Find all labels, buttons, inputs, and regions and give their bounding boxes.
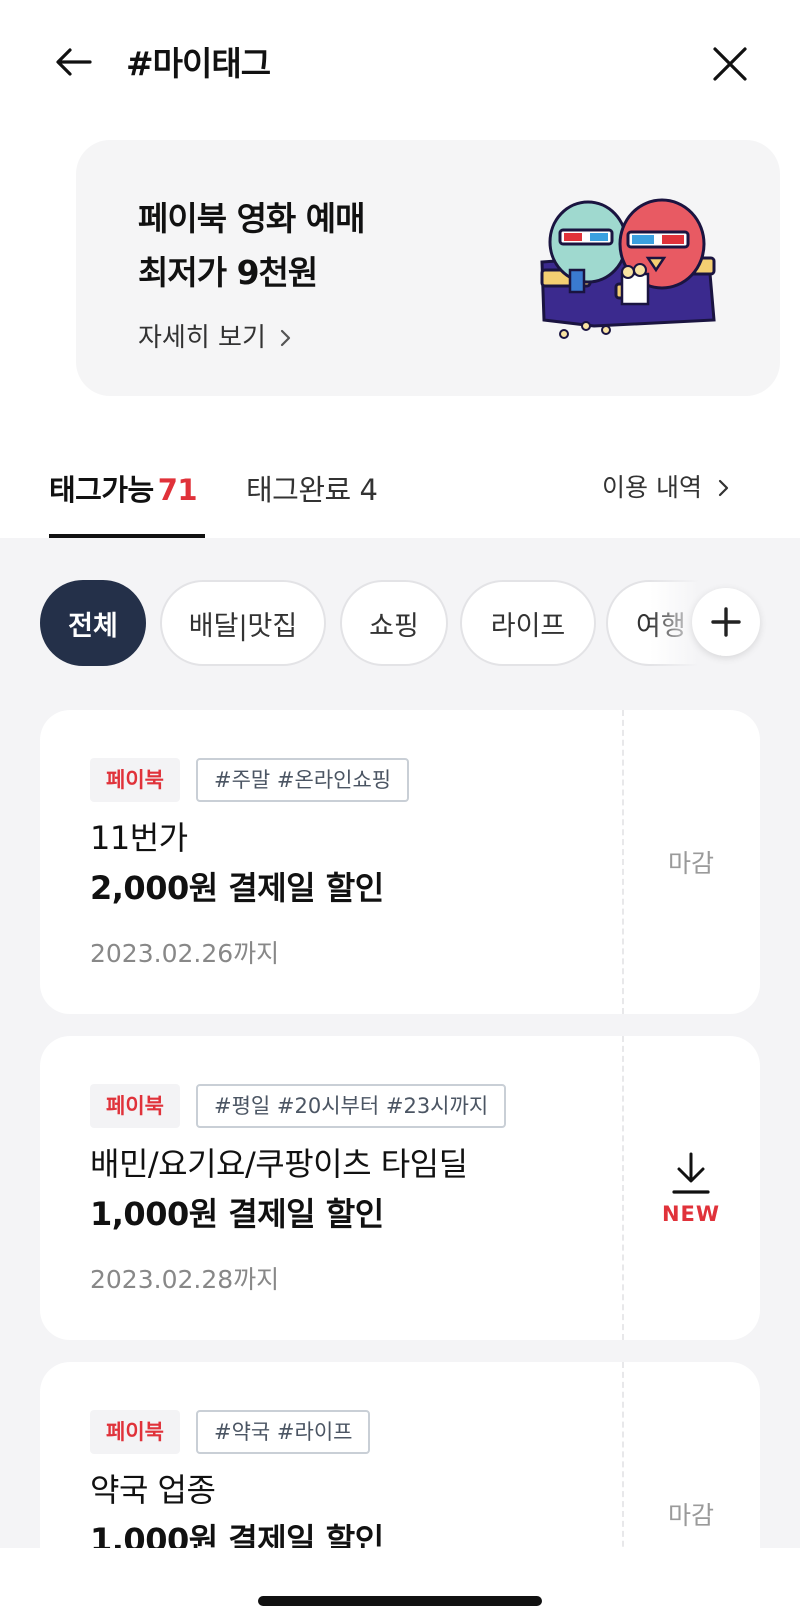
page-title: #마이태그 [126,44,271,83]
merchant-name: 11번가 [90,819,188,857]
merchant-name: 배민/요기요/쿠팡이츠 타임딜 [90,1145,468,1183]
tab-available[interactable]: 태그가능 71 [49,470,198,510]
benefit-text: 1,000원 결제일 할인 [90,1521,384,1548]
hashtag-label: #약국 #라이프 [196,1410,371,1454]
chip-shopping[interactable]: 쇼핑 [340,580,448,666]
home-indicator[interactable] [258,1596,542,1606]
movie-characters-illustration [540,198,716,339]
header: #마이태그 [0,0,800,128]
banner-title-line2: 최저가 9천원 [138,253,318,292]
close-icon [713,47,747,81]
content-area: 전체 배달|맛집 쇼핑 라이프 여행 페이북 #주말 #온라인쇼핑 11번가 2… [0,538,800,1548]
hashtag-label: #주말 #온라인쇼핑 [196,758,410,802]
tab-available-label: 태그가능 [49,473,154,507]
brand-tag: 페이북 [90,1410,180,1454]
chip-all[interactable]: 전체 [40,580,146,666]
category-chips: 전체 배달|맛집 쇼핑 라이프 여행 [0,580,800,666]
status-closed-label: 마감 [667,1501,714,1530]
promo-banner[interactable]: 페이북 영화 예매 최저가 9천원 자세히 보기 [76,140,780,396]
download-coupon-button[interactable]: NEW [622,1036,760,1340]
home-bar-area [0,1548,800,1620]
back-button[interactable] [50,40,98,88]
card-status: 마감 [622,1362,760,1548]
banner-title: 페이북 영화 예매 최저가 9천원 [138,192,365,300]
close-button[interactable] [706,40,754,88]
benefit-card[interactable]: 페이북 #약국 #라이프 약국 업종 1,000원 결제일 할인 마감 [40,1362,760,1548]
chip-delivery[interactable]: 배달|맛집 [160,580,326,666]
status-closed-label: 마감 [667,849,714,878]
benefit-text: 2,000원 결제일 할인 [90,869,384,907]
expiry-date: 2023.02.26까지 [90,939,280,968]
benefit-card[interactable]: 페이북 #평일 #20시부터 #23시까지 배민/요기요/쿠팡이츠 타임딜 1,… [40,1036,760,1340]
brand-tag: 페이북 [90,758,180,802]
expiry-date: 2023.02.28까지 [90,1265,280,1294]
chevron-right-icon [718,479,729,497]
arrow-left-icon [56,48,92,76]
chevron-right-icon [280,329,290,347]
benefit-text: 1,000원 결제일 할인 [90,1195,384,1233]
brand-tag: 페이북 [90,1084,180,1128]
card-status: 마감 [622,710,760,1014]
download-icon [672,1152,710,1194]
tab-done[interactable]: 태그완료 4 [246,470,378,510]
benefit-card[interactable]: 페이북 #주말 #온라인쇼핑 11번가 2,000원 결제일 할인 2023.0… [40,710,760,1014]
banner-more-label: 자세히 보기 [138,323,266,353]
banner-title-line1: 페이북 영화 예매 [138,199,365,238]
tab-bar: 태그가능 71 태그완료 4 이용 내역 [0,450,800,538]
plus-icon [711,607,741,637]
add-category-button[interactable] [692,588,760,656]
hashtag-label: #평일 #20시부터 #23시까지 [196,1084,507,1128]
history-label: 이용 내역 [602,473,702,502]
history-link[interactable]: 이용 내역 [602,468,730,508]
merchant-name: 약국 업종 [90,1471,216,1509]
chip-life[interactable]: 라이프 [460,580,596,666]
tab-available-count: 71 [157,473,198,507]
banner-more-link[interactable]: 자세히 보기 [138,318,292,358]
new-badge: NEW [661,1202,721,1226]
